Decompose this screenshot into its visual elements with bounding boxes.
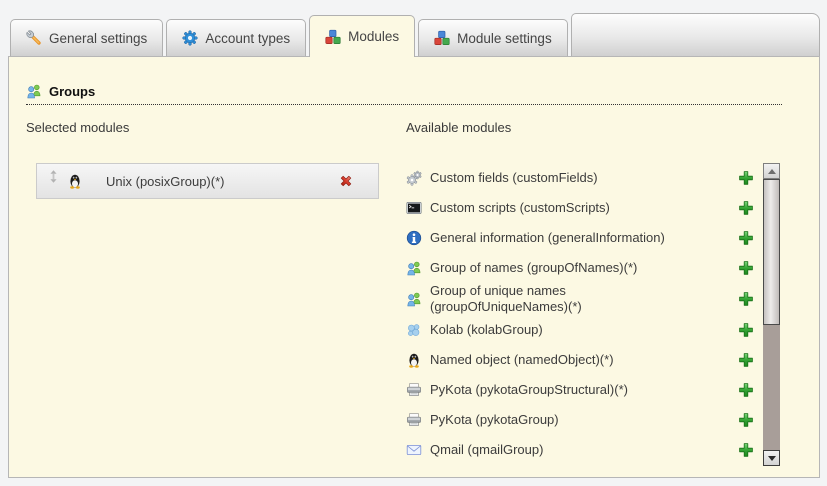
available-module-row: Named object (namedObject)(*)	[406, 345, 755, 375]
available-modules-label: Available modules	[406, 120, 802, 135]
add-module-icon[interactable]	[738, 230, 754, 246]
groups-icon	[406, 260, 422, 276]
available-modules-scrollbar	[763, 163, 780, 466]
tab-label: General settings	[49, 31, 147, 46]
available-module-name: Named object (namedObject)(*)	[430, 352, 614, 368]
tab-modules[interactable]: Modules	[309, 15, 415, 57]
selected-modules-column: Selected modules Unix (posixGroup)(*)	[26, 120, 396, 466]
selected-modules-list: Unix (posixGroup)(*)	[36, 163, 396, 199]
selected-module-name: Unix (posixGroup)(*)	[106, 174, 329, 189]
selected-modules-label: Selected modules	[26, 120, 396, 135]
tab-bar: General settings Account types Modules M…	[8, 12, 820, 56]
add-module-icon[interactable]	[738, 260, 754, 276]
selected-module-row: Unix (posixGroup)(*)	[36, 163, 379, 199]
drag-handle-icon[interactable]	[49, 169, 58, 184]
available-modules-column: Available modules Custom fields (customF…	[406, 120, 802, 466]
add-module-icon[interactable]	[738, 170, 754, 186]
tab-label: Account types	[205, 31, 290, 46]
available-module-name: Custom scripts (customScripts)	[430, 200, 610, 216]
tab-label: Modules	[348, 29, 399, 44]
section-title: Groups	[49, 84, 95, 99]
config-panel: General settings Account types Modules M…	[8, 12, 820, 478]
scrollbar-down-button[interactable]	[763, 450, 780, 466]
available-module-name: Group of names (groupOfNames)(*)	[430, 260, 637, 276]
tab-module-settings[interactable]: Module settings	[418, 19, 568, 56]
triangle-up-icon	[768, 169, 776, 174]
groups-icon	[406, 291, 422, 307]
triangle-down-icon	[768, 456, 776, 461]
available-module-name: Group of unique names (groupOfUniqueName…	[430, 283, 655, 315]
terminal-icon	[406, 200, 422, 216]
tab-general-settings[interactable]: General settings	[10, 19, 163, 56]
modules-icon	[434, 30, 450, 46]
printer-icon	[406, 382, 422, 398]
available-module-row: Qmail (qmailGroup)	[406, 435, 755, 465]
available-module-row: Group of names (groupOfNames)(*)	[406, 253, 755, 283]
tab-bar-filler	[571, 13, 820, 56]
add-module-icon[interactable]	[738, 412, 754, 428]
lam-configuration-page: General settings Account types Modules M…	[0, 0, 827, 486]
available-module-row: Kolab (kolabGroup)	[406, 315, 755, 345]
tab-label: Module settings	[457, 31, 552, 46]
available-module-name: PyKota (pykotaGroupStructural)(*)	[430, 382, 628, 398]
available-module-name: General information (generalInformation)	[430, 230, 665, 246]
available-modules-list: Custom fields (customFields) Custom scri…	[406, 163, 755, 466]
available-module-row: PyKota (pykotaGroupStructural)(*)	[406, 375, 755, 405]
available-module-row: Group of unique names (groupOfUniqueName…	[406, 283, 755, 315]
available-modules-body: Custom fields (customFields) Custom scri…	[406, 163, 802, 466]
modules-tab-content: Groups Selected modules Unix (posixGroup…	[8, 56, 820, 478]
printer-icon	[406, 412, 422, 428]
available-module-row: Custom scripts (customScripts)	[406, 193, 755, 223]
envelope-icon	[406, 442, 422, 458]
available-module-name: Kolab (kolabGroup)	[430, 322, 543, 338]
tab-account-types[interactable]: Account types	[166, 19, 306, 56]
add-module-icon[interactable]	[738, 322, 754, 338]
kolab-icon	[406, 322, 422, 338]
module-columns: Selected modules Unix (posixGroup)(*) Av…	[9, 120, 819, 466]
info-icon	[406, 230, 422, 246]
available-module-name: PyKota (pykotaGroup)	[430, 412, 559, 428]
available-module-name: Qmail (qmailGroup)	[430, 442, 543, 458]
available-module-row: General information (generalInformation)	[406, 223, 755, 253]
delete-icon[interactable]	[338, 173, 354, 189]
add-module-icon[interactable]	[738, 200, 754, 216]
groups-section-header: Groups	[26, 83, 782, 105]
add-module-icon[interactable]	[738, 382, 754, 398]
wrench-icon	[26, 30, 42, 46]
gear-icon	[182, 30, 198, 46]
scrollbar-thumb[interactable]	[763, 179, 780, 325]
tux-icon	[67, 173, 83, 189]
available-module-row: PyKota (pykotaGroup)	[406, 405, 755, 435]
groups-icon	[26, 83, 42, 99]
scrollbar-up-button[interactable]	[763, 163, 780, 179]
add-module-icon[interactable]	[738, 442, 754, 458]
add-module-icon[interactable]	[738, 291, 754, 307]
tux-icon	[406, 352, 422, 368]
available-module-row: Custom fields (customFields)	[406, 163, 755, 193]
modules-icon	[325, 29, 341, 45]
gears-icon	[406, 170, 422, 186]
add-module-icon[interactable]	[738, 352, 754, 368]
scrollbar-track[interactable]	[763, 179, 780, 450]
available-module-name: Custom fields (customFields)	[430, 170, 598, 186]
